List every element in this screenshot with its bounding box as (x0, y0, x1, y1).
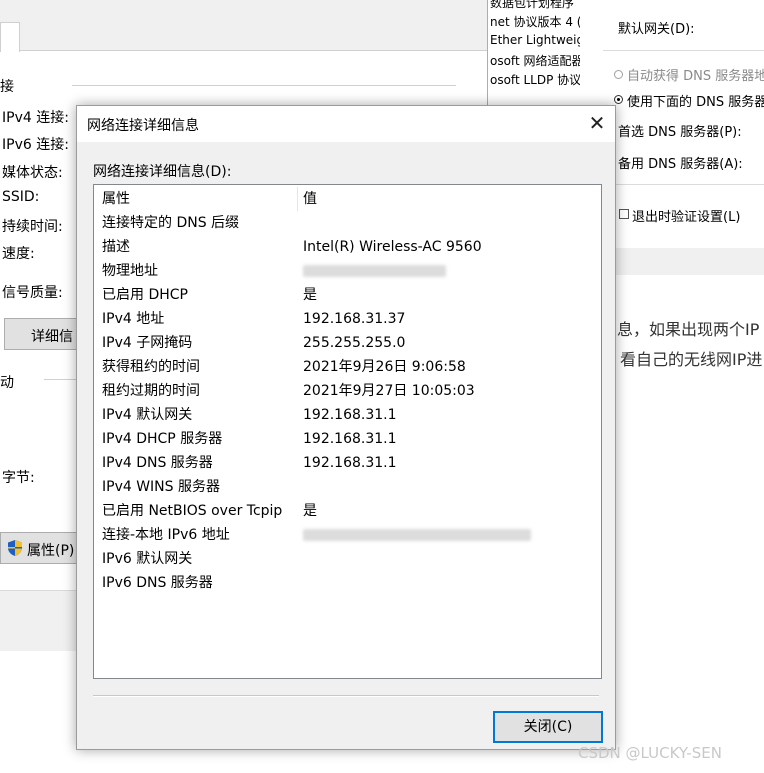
connection-section-label: 接 (0, 79, 14, 95)
table-row[interactable]: 已启用 DHCP 是 (94, 283, 601, 307)
table-row[interactable]: IPv4 DHCP 服务器 192.168.31.1 (94, 427, 601, 451)
property-cell: IPv4 DNS 服务器 (102, 455, 213, 471)
table-row[interactable]: 连接特定的 DNS 后缀 (94, 211, 601, 235)
ipv4-connectivity-label: IPv4 连接: (2, 110, 69, 126)
protocol-list-window: 数据包计划程序 net 协议版本 4 ( Ether Lightweig oso… (487, 0, 582, 110)
column-header-value[interactable]: 值 (303, 187, 317, 211)
wifi-status-tabbar (0, 14, 487, 51)
properties-button[interactable]: 属性(P) (0, 532, 84, 564)
default-gateway-label: 默认网关(D): (618, 22, 695, 37)
validate-settings-checkbox[interactable] (619, 209, 629, 219)
property-cell: 租约过期的时间 (102, 383, 200, 399)
value-cell: 192.168.31.37 (303, 311, 406, 327)
dns-divider (603, 184, 764, 185)
table-row[interactable]: IPv4 子网掩码 255.255.255.0 (94, 331, 601, 355)
manual-dns-label: 使用下面的 DNS 服务器地 (627, 95, 764, 110)
value-cell: Intel(R) Wireless-AC 9560 (303, 239, 482, 255)
section-divider (72, 85, 456, 86)
protocol-item[interactable]: 数据包计划程序 (490, 0, 582, 11)
tab-general[interactable] (0, 22, 20, 52)
property-cell: IPv4 默认网关 (102, 407, 193, 423)
preferred-dns-label: 首选 DNS 服务器(P): (618, 125, 742, 140)
value-cell: 2021年9月26日 9:06:58 (303, 359, 466, 375)
property-cell: 已启用 NetBIOS over Tcpip (102, 503, 283, 519)
value-cell: 2021年9月27日 10:05:03 (303, 383, 475, 399)
validate-settings-label: 退出时验证设置(L) (632, 210, 741, 225)
table-row[interactable]: 获得租约的时间 2021年9月26日 9:06:58 (94, 355, 601, 379)
value-cell: 192.168.31.1 (303, 431, 397, 447)
protocol-item[interactable]: Ether Lightweig (490, 33, 582, 47)
article-text-line: 看自己的无线网IP进 (620, 350, 763, 369)
shield-icon (7, 539, 23, 557)
bytes-label: 字节: (2, 470, 35, 486)
property-cell: 获得租约的时间 (102, 359, 200, 375)
property-cell: 连接特定的 DNS 后缀 (102, 215, 240, 231)
ssid-label: SSID: (2, 189, 40, 205)
activity-section-label: 动 (0, 375, 14, 391)
ipv6-connectivity-label: IPv6 连接: (2, 137, 69, 153)
watermark: CSDN @LUCKY-SEN (578, 744, 722, 762)
table-row[interactable]: IPv4 WINS 服务器 (94, 475, 601, 499)
table-row[interactable]: IPv6 DNS 服务器 (94, 571, 601, 595)
property-cell: 连接-本地 IPv6 地址 (102, 527, 230, 543)
close-button[interactable]: 关闭(C) (493, 711, 603, 743)
table-row[interactable]: 物理地址 (94, 259, 601, 283)
table-row[interactable]: 已启用 NetBIOS over Tcpip 是 (94, 499, 601, 523)
value-cell: 255.255.255.0 (303, 335, 406, 351)
media-state-label: 媒体状态: (2, 165, 63, 181)
table-row[interactable]: 描述 Intel(R) Wireless-AC 9560 (94, 235, 601, 259)
close-icon[interactable]: ✕ (583, 110, 611, 138)
protocol-item[interactable]: osoft LLDP 协议 (490, 71, 582, 88)
details-list[interactable]: 属性 值 连接特定的 DNS 后缀 描述 Intel(R) Wireless-A… (93, 184, 602, 679)
network-connection-details-dialog: 网络连接详细信息 ✕ 网络连接详细信息(D): 属性 值 连接特定的 DNS 后… (76, 105, 616, 750)
property-cell: IPv6 DNS 服务器 (102, 575, 213, 591)
property-cell: 物理地址 (102, 263, 158, 279)
table-row[interactable]: 租约过期的时间 2021年9月27日 10:05:03 (94, 379, 601, 403)
dialog-divider (93, 695, 599, 697)
speed-label: 速度: (2, 246, 35, 262)
ipv4-properties-footer (602, 248, 764, 275)
table-row[interactable]: IPv4 DNS 服务器 192.168.31.1 (94, 451, 601, 475)
details-list-label: 网络连接详细信息(D): (93, 164, 232, 180)
details-button-label: 详细信 (31, 329, 73, 345)
property-cell: 描述 (102, 239, 130, 255)
auto-dns-label: 自动获得 DNS 服务器地址 (627, 69, 764, 84)
property-cell: IPv4 子网掩码 (102, 335, 193, 351)
gateway-divider (603, 50, 764, 51)
duration-label: 持续时间: (2, 219, 63, 235)
redacted-value (303, 523, 531, 547)
manual-dns-radio[interactable] (614, 95, 623, 104)
table-row[interactable]: IPv4 地址 192.168.31.37 (94, 307, 601, 331)
property-cell: 已启用 DHCP (102, 287, 188, 303)
table-row[interactable]: IPv6 默认网关 (94, 547, 601, 571)
table-row[interactable]: IPv4 默认网关 192.168.31.1 (94, 403, 601, 427)
value-cell: 是 (303, 287, 317, 303)
value-cell: 192.168.31.1 (303, 407, 397, 423)
properties-button-label: 属性(P) (27, 543, 75, 559)
wifi-status-titlebar (0, 0, 487, 14)
details-button[interactable]: 详细信 (4, 318, 84, 350)
article-text-line: 息，如果出现两个IP (617, 320, 760, 339)
list-header: 属性 值 (94, 187, 601, 211)
value-cell: 192.168.31.1 (303, 455, 397, 471)
property-cell: IPv6 默认网关 (102, 551, 193, 567)
property-cell: IPv4 WINS 服务器 (102, 479, 220, 495)
protocol-item[interactable]: osoft 网络适配器 (490, 52, 582, 69)
alternate-dns-label: 备用 DNS 服务器(A): (618, 157, 743, 172)
protocol-item[interactable]: net 协议版本 4 ( (490, 13, 582, 30)
auto-dns-radio[interactable] (614, 70, 623, 79)
property-cell: IPv4 DHCP 服务器 (102, 431, 223, 447)
radio-dot-icon (617, 98, 620, 101)
dialog-title: 网络连接详细信息 (87, 118, 199, 134)
property-cell: IPv4 地址 (102, 311, 165, 327)
value-cell: 是 (303, 503, 317, 519)
table-row[interactable]: 连接-本地 IPv6 地址 (94, 523, 601, 547)
column-separator[interactable] (297, 187, 298, 211)
redacted-value (303, 259, 446, 283)
column-header-property[interactable]: 属性 (102, 187, 130, 211)
signal-quality-label: 信号质量: (2, 285, 63, 301)
